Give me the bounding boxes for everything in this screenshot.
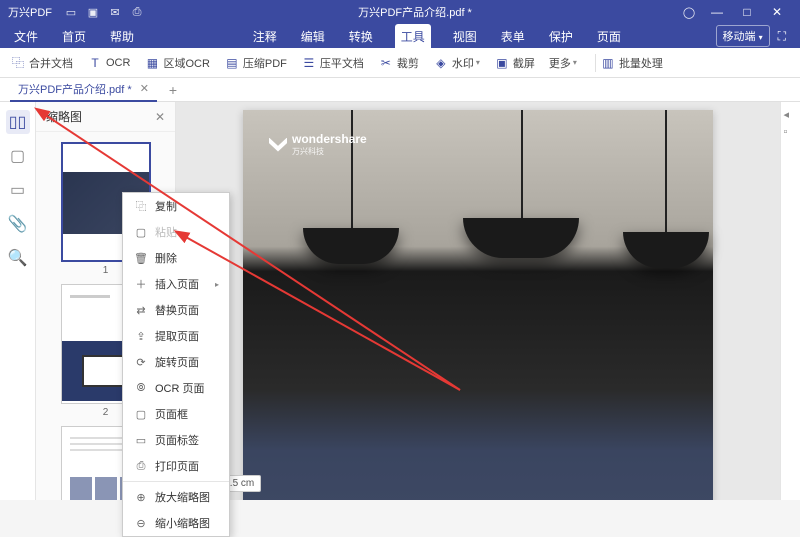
rail-attachments[interactable]: 📎 xyxy=(6,212,30,236)
ctx-extract[interactable]: ⇪提取页面 xyxy=(123,323,229,349)
copy-icon: ⿻ xyxy=(133,198,149,214)
ctx-paste: ▢粘贴 xyxy=(123,219,229,245)
tab-view[interactable]: 视图 xyxy=(451,24,479,49)
tab-edit[interactable]: 编辑 xyxy=(299,24,327,49)
rail-search[interactable]: 🔍 xyxy=(6,246,30,270)
context-menu: ⿻复制 ▢粘贴 🗑删除 ＋插入页面▸ ⇄替换页面 ⇪提取页面 ⟳旋转页面 ⦾OC… xyxy=(122,192,230,537)
tool-crop[interactable]: ✂裁剪 xyxy=(378,55,419,71)
window-title: 万兴PDF产品介绍.pdf * xyxy=(150,4,680,20)
flatten-icon: ☰ xyxy=(301,55,317,71)
close-button[interactable]: ✕ xyxy=(762,5,792,19)
tool-area-ocr[interactable]: ▦区域OCR xyxy=(144,55,209,71)
paste-icon: ▢ xyxy=(133,226,149,239)
area-ocr-icon: ▦ xyxy=(144,55,160,71)
delete-icon: 🗑 xyxy=(133,252,149,265)
open-icon[interactable]: ▭ xyxy=(62,3,80,21)
rotate-icon: ⟳ xyxy=(133,356,149,369)
ctx-ocr-page[interactable]: ⦾OCR 页面 xyxy=(123,375,229,401)
app-name: 万兴PDF xyxy=(8,4,52,20)
left-rail: ▯▯ ▢ ▭ 📎 🔍 xyxy=(0,102,36,500)
close-tab-icon[interactable]: ✕ xyxy=(140,82,149,95)
merge-icon: ⿻ xyxy=(10,55,26,71)
toolbar: ⿻合并文档 TOCR ▦区域OCR ▤压缩PDF ☰压平文档 ✂裁剪 ◈水印▾ … xyxy=(0,48,800,78)
mobile-button[interactable]: 移动端 ▾ xyxy=(716,25,770,47)
ctx-labels[interactable]: ▭页面标签 xyxy=(123,427,229,453)
add-tab-button[interactable]: + xyxy=(163,82,183,98)
menu-help[interactable]: 帮助 xyxy=(110,28,134,45)
minimize-button[interactable]: — xyxy=(702,5,732,19)
ctx-zoom-in[interactable]: ⊕放大缩略图 xyxy=(123,484,229,510)
ocr-icon: T xyxy=(87,55,103,71)
tool-watermark[interactable]: ◈水印▾ xyxy=(433,55,480,71)
watermark-icon: ◈ xyxy=(433,55,449,71)
tool-compress[interactable]: ▤压缩PDF xyxy=(224,55,287,71)
ctx-replace[interactable]: ⇄替换页面 xyxy=(123,297,229,323)
menu-file[interactable]: 文件 xyxy=(14,28,38,45)
tab-convert[interactable]: 转换 xyxy=(347,24,375,49)
tool-screenshot[interactable]: ▣截屏 xyxy=(494,55,535,71)
ctx-print[interactable]: ⎙打印页面 xyxy=(123,453,229,479)
thumbnail-header: 缩略图 ✕ xyxy=(36,102,175,132)
crop-icon: ✂ xyxy=(378,55,394,71)
rail-comments[interactable]: ▭ xyxy=(6,178,30,202)
document-tab[interactable]: 万兴PDF产品介绍.pdf * ✕ xyxy=(10,78,157,102)
ctx-rotate[interactable]: ⟳旋转页面 xyxy=(123,349,229,375)
zoom-out-icon: ⊖ xyxy=(133,517,149,530)
insert-icon: ＋ xyxy=(133,276,149,292)
close-panel-icon[interactable]: ✕ xyxy=(155,110,165,124)
print-icon[interactable]: ⎙ xyxy=(128,3,146,21)
menu-home[interactable]: 首页 xyxy=(62,28,86,45)
zoom-in-icon: ⊕ xyxy=(133,491,149,504)
rail-bookmarks[interactable]: ▢ xyxy=(6,144,30,168)
workspace: ▯▯ ▢ ▭ 📎 🔍 缩略图 ✕ 1 2 3 xyxy=(0,102,800,500)
box-icon: ▢ xyxy=(133,408,149,421)
tool-batch[interactable]: ▥批量处理 xyxy=(600,55,663,71)
titlebar: 万兴PDF ▭ ▣ ✉ ⎙ 万兴PDF产品介绍.pdf * ◯ — □ ✕ xyxy=(0,0,800,24)
ctx-box[interactable]: ▢页面框 xyxy=(123,401,229,427)
tabstrip: 万兴PDF产品介绍.pdf * ✕ + xyxy=(0,78,800,102)
ctx-zoom-out[interactable]: ⊖缩小缩略图 xyxy=(123,510,229,536)
rail-thumbnails[interactable]: ▯▯ xyxy=(6,110,30,134)
document-tab-label: 万兴PDF产品介绍.pdf * xyxy=(18,81,132,97)
wondershare-logo: wondershare 万兴科技 xyxy=(269,132,367,157)
save-icon[interactable]: ▣ xyxy=(84,3,102,21)
tab-annotate[interactable]: 注释 xyxy=(251,24,279,49)
canvas[interactable]: wondershare 万兴科技 制作人：TX 日期：20210617 21 x… xyxy=(176,102,780,500)
tool-flatten[interactable]: ☰压平文档 xyxy=(301,55,364,71)
batch-icon: ▥ xyxy=(600,55,616,71)
labels-icon: ▭ xyxy=(133,434,149,447)
print-page-icon: ⎙ xyxy=(133,460,149,473)
tab-form[interactable]: 表单 xyxy=(499,24,527,49)
tab-protect[interactable]: 保护 xyxy=(547,24,575,49)
ctx-insert[interactable]: ＋插入页面▸ xyxy=(123,271,229,297)
tool-more[interactable]: 更多▾ xyxy=(549,55,577,71)
tab-page[interactable]: 页面 xyxy=(595,24,623,49)
maximize-button[interactable]: □ xyxy=(732,5,762,19)
right-rail: ◂ ▫ xyxy=(780,102,800,500)
compress-icon: ▤ xyxy=(224,55,240,71)
user-icon[interactable]: ◯ xyxy=(680,3,698,21)
tool-merge[interactable]: ⿻合并文档 xyxy=(10,55,73,71)
thumbnail-title: 缩略图 xyxy=(46,108,82,125)
ctx-copy[interactable]: ⿻复制 xyxy=(123,193,229,219)
tool-ocr[interactable]: TOCR xyxy=(87,55,130,71)
extract-icon: ⇪ xyxy=(133,330,149,343)
mail-icon[interactable]: ✉ xyxy=(106,3,124,21)
ocr-page-icon: ⦾ xyxy=(133,382,149,395)
ctx-delete[interactable]: 🗑删除 xyxy=(123,245,229,271)
right-rail-collapse-icon[interactable]: ◂ xyxy=(784,108,798,122)
replace-icon: ⇄ xyxy=(133,304,149,317)
screenshot-icon: ▣ xyxy=(494,55,510,71)
page-view: wondershare 万兴科技 制作人：TX 日期：20210617 xyxy=(243,110,713,500)
menubar: 文件 首页 帮助 注释 编辑 转换 工具 视图 表单 保护 页面 移动端 ▾ ⛶ xyxy=(0,24,800,48)
right-rail-tool-icon[interactable]: ▫ xyxy=(784,126,798,140)
tab-tools[interactable]: 工具 xyxy=(395,24,431,49)
fullscreen-icon[interactable]: ⛶ xyxy=(778,29,786,44)
